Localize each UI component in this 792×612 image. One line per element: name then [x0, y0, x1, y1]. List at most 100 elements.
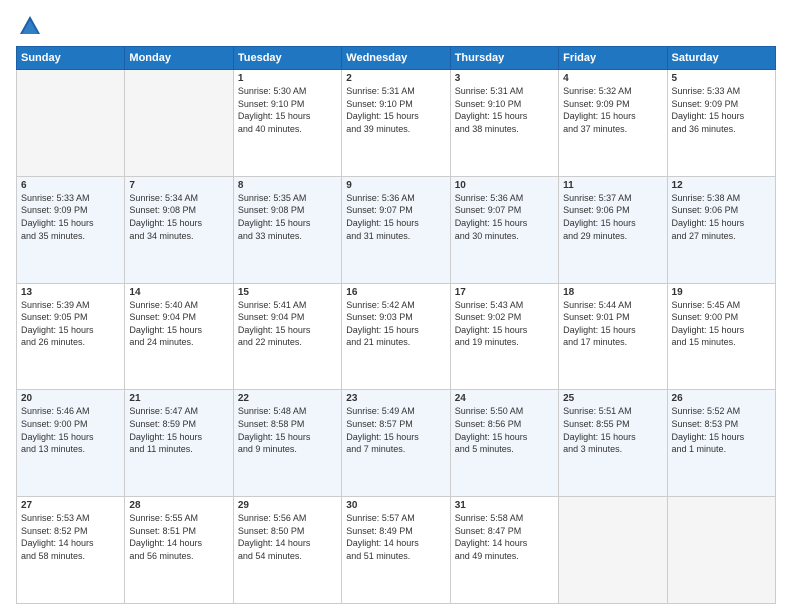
day-number: 16: [346, 287, 445, 298]
day-number: 25: [563, 393, 662, 404]
day-number: 27: [21, 500, 120, 511]
calendar-cell: 15Sunrise: 5:41 AM Sunset: 9:04 PM Dayli…: [233, 283, 341, 390]
calendar-cell: 9Sunrise: 5:36 AM Sunset: 9:07 PM Daylig…: [342, 176, 450, 283]
day-number: 4: [563, 73, 662, 84]
weekday-header: Saturday: [667, 47, 775, 70]
day-info: Sunrise: 5:35 AM Sunset: 9:08 PM Dayligh…: [238, 192, 337, 242]
calendar-cell: 31Sunrise: 5:58 AM Sunset: 8:47 PM Dayli…: [450, 497, 558, 604]
calendar-cell: 11Sunrise: 5:37 AM Sunset: 9:06 PM Dayli…: [559, 176, 667, 283]
calendar-cell: 30Sunrise: 5:57 AM Sunset: 8:49 PM Dayli…: [342, 497, 450, 604]
calendar-cell: 18Sunrise: 5:44 AM Sunset: 9:01 PM Dayli…: [559, 283, 667, 390]
day-number: 7: [129, 180, 228, 191]
day-info: Sunrise: 5:58 AM Sunset: 8:47 PM Dayligh…: [455, 512, 554, 562]
calendar-cell: [17, 70, 125, 177]
calendar-cell: [667, 497, 775, 604]
day-number: 17: [455, 287, 554, 298]
calendar-cell: 12Sunrise: 5:38 AM Sunset: 9:06 PM Dayli…: [667, 176, 775, 283]
day-info: Sunrise: 5:36 AM Sunset: 9:07 PM Dayligh…: [455, 192, 554, 242]
day-number: 18: [563, 287, 662, 298]
day-number: 29: [238, 500, 337, 511]
weekday-header: Thursday: [450, 47, 558, 70]
logo: [16, 12, 48, 40]
day-number: 1: [238, 73, 337, 84]
day-info: Sunrise: 5:39 AM Sunset: 9:05 PM Dayligh…: [21, 299, 120, 349]
calendar-cell: 23Sunrise: 5:49 AM Sunset: 8:57 PM Dayli…: [342, 390, 450, 497]
calendar-cell: 14Sunrise: 5:40 AM Sunset: 9:04 PM Dayli…: [125, 283, 233, 390]
calendar-cell: 4Sunrise: 5:32 AM Sunset: 9:09 PM Daylig…: [559, 70, 667, 177]
calendar-cell: 7Sunrise: 5:34 AM Sunset: 9:08 PM Daylig…: [125, 176, 233, 283]
day-number: 28: [129, 500, 228, 511]
day-info: Sunrise: 5:45 AM Sunset: 9:00 PM Dayligh…: [672, 299, 771, 349]
calendar-cell: 17Sunrise: 5:43 AM Sunset: 9:02 PM Dayli…: [450, 283, 558, 390]
calendar-cell: 16Sunrise: 5:42 AM Sunset: 9:03 PM Dayli…: [342, 283, 450, 390]
calendar-cell: 19Sunrise: 5:45 AM Sunset: 9:00 PM Dayli…: [667, 283, 775, 390]
day-info: Sunrise: 5:52 AM Sunset: 8:53 PM Dayligh…: [672, 405, 771, 455]
day-info: Sunrise: 5:57 AM Sunset: 8:49 PM Dayligh…: [346, 512, 445, 562]
day-info: Sunrise: 5:44 AM Sunset: 9:01 PM Dayligh…: [563, 299, 662, 349]
day-info: Sunrise: 5:47 AM Sunset: 8:59 PM Dayligh…: [129, 405, 228, 455]
day-info: Sunrise: 5:34 AM Sunset: 9:08 PM Dayligh…: [129, 192, 228, 242]
calendar-cell: 21Sunrise: 5:47 AM Sunset: 8:59 PM Dayli…: [125, 390, 233, 497]
weekday-header: Friday: [559, 47, 667, 70]
page: SundayMondayTuesdayWednesdayThursdayFrid…: [0, 0, 792, 612]
calendar-week-row: 1Sunrise: 5:30 AM Sunset: 9:10 PM Daylig…: [17, 70, 776, 177]
day-info: Sunrise: 5:33 AM Sunset: 9:09 PM Dayligh…: [21, 192, 120, 242]
day-number: 10: [455, 180, 554, 191]
day-number: 15: [238, 287, 337, 298]
weekday-header: Monday: [125, 47, 233, 70]
calendar-week-row: 6Sunrise: 5:33 AM Sunset: 9:09 PM Daylig…: [17, 176, 776, 283]
calendar-cell: 5Sunrise: 5:33 AM Sunset: 9:09 PM Daylig…: [667, 70, 775, 177]
day-info: Sunrise: 5:37 AM Sunset: 9:06 PM Dayligh…: [563, 192, 662, 242]
day-number: 3: [455, 73, 554, 84]
calendar-header-row: SundayMondayTuesdayWednesdayThursdayFrid…: [17, 47, 776, 70]
calendar-cell: 13Sunrise: 5:39 AM Sunset: 9:05 PM Dayli…: [17, 283, 125, 390]
calendar-week-row: 20Sunrise: 5:46 AM Sunset: 9:00 PM Dayli…: [17, 390, 776, 497]
day-info: Sunrise: 5:53 AM Sunset: 8:52 PM Dayligh…: [21, 512, 120, 562]
weekday-header: Sunday: [17, 47, 125, 70]
calendar-cell: 24Sunrise: 5:50 AM Sunset: 8:56 PM Dayli…: [450, 390, 558, 497]
calendar-cell: 25Sunrise: 5:51 AM Sunset: 8:55 PM Dayli…: [559, 390, 667, 497]
day-info: Sunrise: 5:42 AM Sunset: 9:03 PM Dayligh…: [346, 299, 445, 349]
day-info: Sunrise: 5:48 AM Sunset: 8:58 PM Dayligh…: [238, 405, 337, 455]
day-number: 9: [346, 180, 445, 191]
calendar-cell: 10Sunrise: 5:36 AM Sunset: 9:07 PM Dayli…: [450, 176, 558, 283]
calendar-cell: [125, 70, 233, 177]
calendar-table: SundayMondayTuesdayWednesdayThursdayFrid…: [16, 46, 776, 604]
day-number: 13: [21, 287, 120, 298]
day-number: 23: [346, 393, 445, 404]
day-number: 30: [346, 500, 445, 511]
calendar-cell: 29Sunrise: 5:56 AM Sunset: 8:50 PM Dayli…: [233, 497, 341, 604]
day-info: Sunrise: 5:31 AM Sunset: 9:10 PM Dayligh…: [455, 85, 554, 135]
day-info: Sunrise: 5:33 AM Sunset: 9:09 PM Dayligh…: [672, 85, 771, 135]
day-number: 6: [21, 180, 120, 191]
weekday-header: Tuesday: [233, 47, 341, 70]
day-info: Sunrise: 5:32 AM Sunset: 9:09 PM Dayligh…: [563, 85, 662, 135]
calendar-cell: 28Sunrise: 5:55 AM Sunset: 8:51 PM Dayli…: [125, 497, 233, 604]
day-number: 14: [129, 287, 228, 298]
day-info: Sunrise: 5:30 AM Sunset: 9:10 PM Dayligh…: [238, 85, 337, 135]
day-info: Sunrise: 5:36 AM Sunset: 9:07 PM Dayligh…: [346, 192, 445, 242]
calendar-cell: 26Sunrise: 5:52 AM Sunset: 8:53 PM Dayli…: [667, 390, 775, 497]
calendar-cell: 27Sunrise: 5:53 AM Sunset: 8:52 PM Dayli…: [17, 497, 125, 604]
day-number: 31: [455, 500, 554, 511]
logo-icon: [16, 12, 44, 40]
day-info: Sunrise: 5:56 AM Sunset: 8:50 PM Dayligh…: [238, 512, 337, 562]
calendar-cell: 8Sunrise: 5:35 AM Sunset: 9:08 PM Daylig…: [233, 176, 341, 283]
day-info: Sunrise: 5:55 AM Sunset: 8:51 PM Dayligh…: [129, 512, 228, 562]
day-number: 2: [346, 73, 445, 84]
day-info: Sunrise: 5:51 AM Sunset: 8:55 PM Dayligh…: [563, 405, 662, 455]
weekday-header: Wednesday: [342, 47, 450, 70]
day-info: Sunrise: 5:49 AM Sunset: 8:57 PM Dayligh…: [346, 405, 445, 455]
day-number: 21: [129, 393, 228, 404]
calendar-cell: 20Sunrise: 5:46 AM Sunset: 9:00 PM Dayli…: [17, 390, 125, 497]
day-info: Sunrise: 5:41 AM Sunset: 9:04 PM Dayligh…: [238, 299, 337, 349]
day-number: 12: [672, 180, 771, 191]
day-number: 5: [672, 73, 771, 84]
calendar-cell: 22Sunrise: 5:48 AM Sunset: 8:58 PM Dayli…: [233, 390, 341, 497]
calendar-cell: 6Sunrise: 5:33 AM Sunset: 9:09 PM Daylig…: [17, 176, 125, 283]
calendar-cell: 3Sunrise: 5:31 AM Sunset: 9:10 PM Daylig…: [450, 70, 558, 177]
day-info: Sunrise: 5:46 AM Sunset: 9:00 PM Dayligh…: [21, 405, 120, 455]
day-number: 24: [455, 393, 554, 404]
calendar-cell: [559, 497, 667, 604]
day-info: Sunrise: 5:31 AM Sunset: 9:10 PM Dayligh…: [346, 85, 445, 135]
